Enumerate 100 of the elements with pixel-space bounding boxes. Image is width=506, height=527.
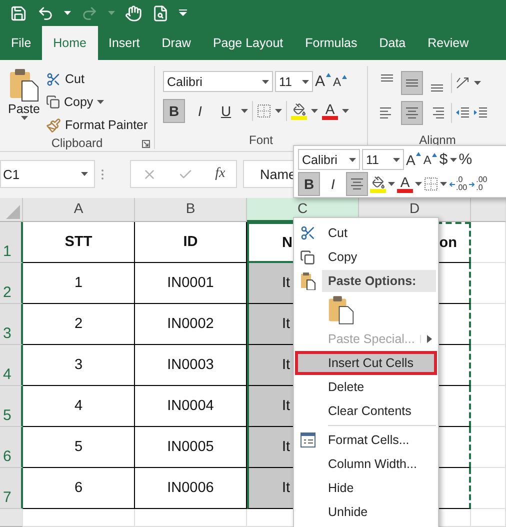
table-cell: 3 [23,345,135,386]
paste-button[interactable]: Paste [4,66,44,136]
caret-icon [81,172,88,176]
table-cell: 4 [23,386,135,427]
format-painter-button[interactable]: Format Painter [44,114,150,136]
group-label: Alignm [419,133,456,147]
print-preview-icon[interactable] [152,4,169,22]
font-name-select[interactable]: Calibri [163,71,273,92]
menu-item[interactable]: Insert Cut Cells [295,351,437,375]
triangle-icon [416,152,422,156]
font-size-select[interactable]: 11 [275,71,313,92]
table-cell: IN0006 [135,468,247,509]
align-icon [405,79,419,87]
decrease-decimal-button[interactable]: .00 .0 [469,176,488,192]
align-icon [430,84,444,92]
row-header[interactable]: 6 [0,427,23,468]
bold-button[interactable]: B [298,172,320,196]
ribbon-tab[interactable]: Draw [150,26,202,60]
grow-font-button[interactable]: A [315,73,332,90]
font-color-button[interactable]: A [397,175,413,193]
row-header[interactable]: 7 [0,468,23,509]
copy-button[interactable]: Copy [44,91,150,113]
shrink-font-button[interactable]: A [423,152,438,166]
row-header[interactable]: 1 [0,222,23,263]
table-cell: IN0004 [135,386,247,427]
ribbon-tab[interactable]: Data [368,26,417,60]
save-icon[interactable] [10,4,27,22]
submenu-arrow-icon [427,335,432,343]
percent-button[interactable]: % [458,151,472,168]
table-cell: IN0002 [135,304,247,345]
caret-icon [108,11,115,15]
italic-button[interactable]: I [189,99,211,123]
copy-icon [46,95,60,109]
insert-function-button[interactable]: fx [215,166,226,182]
table-cell: IN0005 [135,427,247,468]
font-color-button[interactable]: A [322,102,338,120]
borders-icon [257,104,271,118]
ribbon-tab[interactable]: Review [416,26,480,60]
currency-button[interactable]: $ [439,151,448,168]
align-icon [404,106,420,120]
underline-button[interactable]: U [215,99,237,123]
grow-font-button[interactable]: A [406,152,422,168]
align-icon [380,74,394,82]
ribbon-tab[interactable]: Page Layout [202,26,294,60]
clipboard-icon [300,272,316,290]
menu-section-header: Paste Options: [322,270,436,292]
drag-handle-icon [101,169,104,180]
align-icon [349,177,365,191]
table-cell: 1 [23,263,135,304]
column-header[interactable]: B [135,198,247,222]
ribbon-tab[interactable]: File [0,26,42,60]
hand-icon[interactable] [125,4,142,22]
cut-button[interactable]: Cut [44,68,150,90]
table-cell: STT [23,222,135,263]
table-cell: 2 [23,304,135,345]
bold-button[interactable]: B [163,99,185,123]
fill-color-button[interactable] [370,176,386,192]
ribbon-tab[interactable]: Insert [98,26,151,60]
italic-button[interactable]: I [322,172,344,196]
caret-icon [64,11,71,15]
decrease-indent-icon[interactable] [455,106,470,120]
table-cell: IN0001 [135,263,247,304]
caret-icon [474,81,481,85]
triangle-icon [342,74,348,78]
dialog-launcher-icon[interactable] [142,140,150,148]
arrow-icon [449,182,455,186]
row-header[interactable]: 4 [0,345,23,386]
caret-icon [275,109,282,113]
table-cell: 5 [23,427,135,468]
customize-toolbar-icon[interactable] [179,9,187,17]
caret-icon [20,116,28,120]
ribbon-tab[interactable]: Formulas [294,26,368,60]
ribbon-tab[interactable]: Home [42,26,98,60]
name-box[interactable]: C1 [0,160,95,188]
text-orientation-icon[interactable] [455,76,471,90]
increase-indent-icon[interactable] [473,106,488,120]
row-header[interactable]: 2 [0,263,23,304]
scissors-icon [46,72,61,86]
font-size-select[interactable]: 11 [362,149,404,170]
triangle-icon [326,73,332,77]
increase-decimal-button[interactable]: .0 .00 [449,176,468,192]
row-header[interactable]: 5 [0,386,23,427]
column-header[interactable]: A [23,198,135,222]
caret-icon [262,80,269,84]
scissors-icon [300,225,316,241]
format-cells-icon [300,432,316,448]
caret-icon [415,182,422,186]
group-label: Clipboard [51,136,103,150]
row-header[interactable]: 3 [0,304,23,345]
fill-color-button[interactable] [291,102,307,120]
undo-icon[interactable] [37,4,54,22]
arrow-icon [469,182,476,186]
shrink-font-button[interactable]: A [333,74,348,88]
font-name-select[interactable]: Calibri [298,149,360,170]
group-label: Font [248,133,273,147]
caret-icon [97,100,104,104]
caret-icon [388,182,395,186]
caret-icon [241,109,248,113]
table-cell: 6 [23,468,135,509]
borders-icon [424,177,438,191]
